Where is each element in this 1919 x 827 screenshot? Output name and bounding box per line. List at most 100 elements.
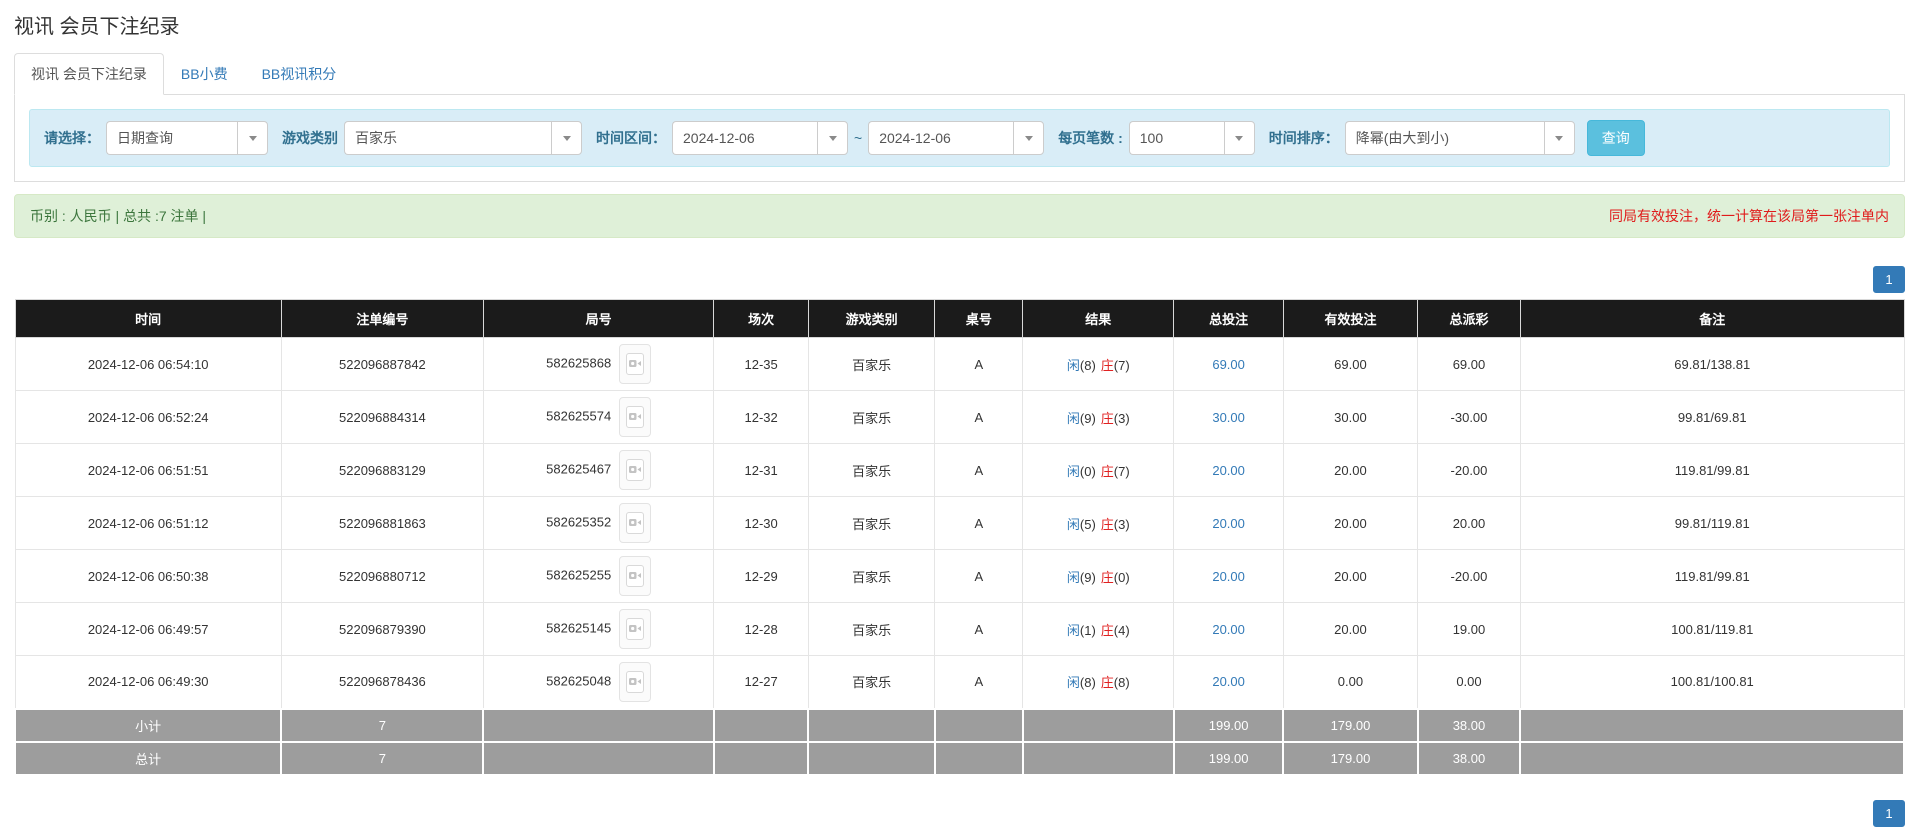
table-no-cell: A: [935, 656, 1023, 709]
round-id-cell: 582625467: [483, 444, 713, 497]
total-bet-link[interactable]: 20.00: [1212, 674, 1245, 689]
total-bet-link[interactable]: 20.00: [1212, 622, 1245, 637]
total-bet-cell: 20.00: [1174, 497, 1284, 550]
total-bet-cell: 20.00: [1174, 656, 1284, 709]
video-replay-button[interactable]: [619, 397, 651, 437]
combo-date-type: [106, 121, 268, 155]
round-id-value: 582625255: [546, 567, 611, 582]
header-round-id: 局号: [483, 300, 713, 338]
tab-video-bet-records[interactable]: 视讯 会员下注纪录: [14, 53, 164, 95]
table-header-row: 时间 注单编号 局号 场次 游戏类别 桌号 结果 总投注 有效投注 总派彩 备注: [15, 300, 1904, 338]
round-id-cell: 582625352: [483, 497, 713, 550]
round-id-value: 582625145: [546, 620, 611, 635]
sort-order-input[interactable]: [1345, 121, 1544, 155]
time-cell: 2024-12-06 06:49:30: [15, 656, 281, 709]
session-cell: 12-29: [714, 550, 808, 603]
video-replay-button[interactable]: [619, 556, 651, 596]
session-cell: 12-35: [714, 338, 808, 391]
result-banker-label: 庄: [1101, 517, 1114, 532]
page-size-input[interactable]: [1129, 121, 1224, 155]
page-size-label: 每页笔数 :: [1058, 128, 1123, 148]
video-icon: [626, 565, 644, 587]
game-type-label: 游戏类别: [282, 128, 338, 148]
note-cell: 100.81/100.81: [1520, 656, 1904, 709]
game-type-input[interactable]: [344, 121, 551, 155]
total-bet-cell: 20.00: [1174, 444, 1284, 497]
header-result: 结果: [1023, 300, 1174, 338]
payout-cell: -20.00: [1418, 550, 1521, 603]
result-player-label: 闲: [1067, 570, 1080, 585]
page-size-caret-button[interactable]: [1224, 121, 1255, 155]
subtotal-total-bet: 199.00: [1174, 709, 1284, 742]
session-cell: 12-32: [714, 391, 808, 444]
header-note: 备注: [1520, 300, 1904, 338]
video-icon: [626, 618, 644, 640]
game-type-cell: 百家乐: [808, 497, 935, 550]
total-bet-link[interactable]: 20.00: [1212, 516, 1245, 531]
tab-bb-video-points[interactable]: BB视讯积分: [245, 53, 354, 95]
select-type-label: 请选择：: [44, 128, 100, 148]
query-button[interactable]: 查询: [1587, 120, 1645, 156]
round-id-cell: 582625048: [483, 656, 713, 709]
result-player-label: 闲: [1067, 517, 1080, 532]
sort-order-caret-button[interactable]: [1544, 121, 1575, 155]
chevron-down-icon: [563, 136, 571, 141]
result-player-score: (0): [1080, 464, 1096, 479]
bet-id-cell: 522096880712: [281, 550, 483, 603]
table-no-cell: A: [935, 497, 1023, 550]
bet-id-cell: 522096884314: [281, 391, 483, 444]
time-cell: 2024-12-06 06:52:24: [15, 391, 281, 444]
video-icon: [626, 512, 644, 534]
total-label: 总计: [15, 742, 281, 775]
game-type-cell: 百家乐: [808, 656, 935, 709]
subtotal-count: 7: [281, 709, 483, 742]
result-player-score: (9): [1080, 570, 1096, 585]
pagination-top: 1: [14, 266, 1905, 293]
total-bet-cell: 69.00: [1174, 338, 1284, 391]
video-replay-button[interactable]: [619, 609, 651, 649]
date-type-input[interactable]: [106, 121, 237, 155]
total-bet-link[interactable]: 69.00: [1212, 357, 1245, 372]
summary-notice: 同局有效投注，统一计算在该局第一张注单内: [1609, 206, 1889, 226]
tab-bar: 视讯 会员下注纪录 BB小费 BB视讯积分: [14, 53, 1905, 95]
round-id-cell: 582625255: [483, 550, 713, 603]
video-replay-button[interactable]: [619, 662, 651, 702]
table-row: 2024-12-06 06:51:51 522096883129 5826254…: [15, 444, 1904, 497]
page-1-button-bottom[interactable]: 1: [1873, 800, 1905, 827]
date-to-caret-button[interactable]: [1013, 121, 1044, 155]
game-type-caret-button[interactable]: [551, 121, 582, 155]
result-cell: 闲(1)庄(4): [1023, 603, 1174, 656]
result-banker-label: 庄: [1101, 411, 1114, 426]
date-to-input[interactable]: [868, 121, 1013, 155]
table-row: 2024-12-06 06:54:10 522096887842 5826258…: [15, 338, 1904, 391]
header-bet-id: 注单编号: [281, 300, 483, 338]
total-bet-link[interactable]: 20.00: [1212, 569, 1245, 584]
result-banker-label: 庄: [1101, 464, 1114, 479]
total-count: 7: [281, 742, 483, 775]
video-icon: [626, 353, 644, 375]
total-bet-link[interactable]: 20.00: [1212, 463, 1245, 478]
result-player-label: 闲: [1067, 358, 1080, 373]
total-row: 总计 7 199.00 179.00 38.00: [15, 742, 1904, 775]
valid-bet-cell: 20.00: [1283, 497, 1417, 550]
round-id-value: 582625048: [546, 673, 611, 688]
video-replay-button[interactable]: [619, 450, 651, 490]
time-cell: 2024-12-06 06:49:57: [15, 603, 281, 656]
video-replay-button[interactable]: [619, 344, 651, 384]
tab-content-panel: 请选择： 游戏类别 时间区间： ~ 每页笔数 :: [14, 95, 1905, 182]
pagination-bottom: 1: [14, 800, 1905, 827]
subtotal-valid-bet: 179.00: [1283, 709, 1417, 742]
tab-bb-tips[interactable]: BB小费: [164, 53, 245, 95]
total-bet-link[interactable]: 30.00: [1212, 410, 1245, 425]
range-tilde: ~: [854, 130, 862, 146]
subtotal-label: 小计: [15, 709, 281, 742]
session-cell: 12-28: [714, 603, 808, 656]
combo-page-size: [1129, 121, 1255, 155]
date-type-caret-button[interactable]: [237, 121, 268, 155]
page-1-button[interactable]: 1: [1873, 266, 1905, 293]
video-replay-button[interactable]: [619, 503, 651, 543]
session-cell: 12-27: [714, 656, 808, 709]
date-from-input[interactable]: [672, 121, 817, 155]
table-row: 2024-12-06 06:52:24 522096884314 5826255…: [15, 391, 1904, 444]
date-from-caret-button[interactable]: [817, 121, 848, 155]
